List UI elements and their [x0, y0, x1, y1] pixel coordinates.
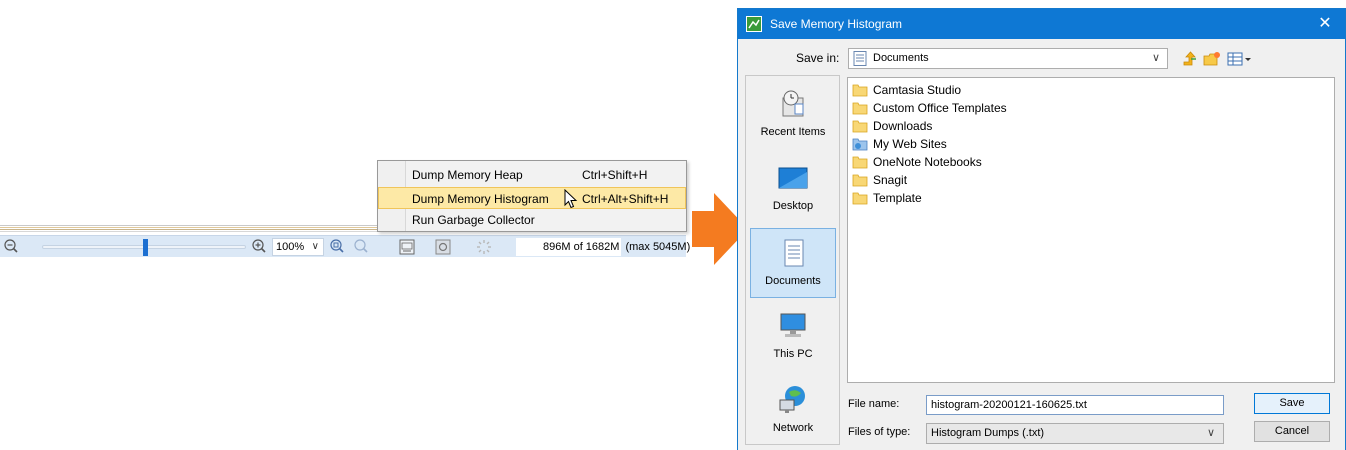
folder-icon: [852, 156, 868, 169]
zoom-in-button[interactable]: [250, 237, 270, 257]
file-name-label: File name:: [848, 398, 900, 410]
network-icon: [779, 386, 805, 413]
memory-monitor-button[interactable]: [398, 238, 416, 256]
memory-used-text: 896M of 1682M: [516, 238, 622, 256]
progress-spinner-icon: [476, 239, 492, 255]
save-memory-histogram-dialog: Save Memory Histogram ✕ Save in: Documen…: [737, 8, 1346, 450]
list-item-folder[interactable]: Downloads: [852, 117, 932, 135]
folder-icon: [852, 174, 868, 187]
dialog-title-bar[interactable]: Save Memory Histogram ✕: [738, 9, 1345, 39]
zoom-in-icon: [252, 239, 266, 253]
file-name: Custom Office Templates: [873, 101, 1007, 115]
zoom-out-button[interactable]: [2, 237, 22, 257]
cancel-button[interactable]: Cancel: [1254, 421, 1330, 442]
menu-item-label: Dump Memory Heap: [412, 168, 523, 182]
list-item-folder[interactable]: Template: [852, 189, 922, 207]
up-folder-icon: [1183, 51, 1196, 66]
menu-item-shortcut: Ctrl+Shift+H: [582, 168, 648, 182]
menu-item-label: Dump Memory Histogram: [412, 192, 549, 206]
app-icon: [746, 16, 762, 32]
zoom-slider-thumb[interactable]: [143, 239, 148, 256]
file-type-label: Files of type:: [848, 426, 911, 438]
memory-usage-readout[interactable]: 896M of 1682M (max 5045M): [516, 238, 690, 256]
close-button[interactable]: ✕: [1305, 9, 1345, 39]
documents-icon: [853, 51, 867, 66]
file-name-input[interactable]: histogram-20200121-160625.txt: [926, 395, 1224, 415]
file-name: OneNote Notebooks: [873, 155, 982, 169]
documents-icon: [784, 239, 804, 267]
folder-icon: [852, 84, 868, 97]
list-item-folder[interactable]: Snagit: [852, 171, 907, 189]
place-documents[interactable]: Documents: [750, 228, 836, 298]
desktop-icon: [778, 167, 808, 189]
zoom-fit-button[interactable]: [328, 237, 348, 257]
web-folder-icon: [852, 138, 868, 151]
new-folder-icon: [1203, 52, 1220, 66]
view-details-icon: [1227, 52, 1251, 66]
memory-max-text: (max 5045M): [625, 241, 691, 253]
recent-items-icon: [782, 90, 804, 117]
file-type-value: Histogram Dumps (.txt): [931, 427, 1045, 439]
chevron-down-icon: ∨: [1206, 427, 1215, 439]
menu-item-run-garbage-collector[interactable]: Run Garbage Collector: [378, 209, 686, 231]
zoom-actual-size-button[interactable]: [352, 237, 372, 257]
place-label: This PC: [773, 348, 813, 360]
places-bar: Recent Items Desktop Documents This PC N…: [745, 75, 840, 445]
chevron-down-icon: ∨: [1151, 52, 1160, 64]
folder-icon: [852, 102, 868, 115]
up-one-level-button[interactable]: [1182, 51, 1198, 67]
list-item-folder[interactable]: Custom Office Templates: [852, 99, 1007, 117]
zoom-fit-icon: [330, 239, 344, 253]
save-in-label: Save in:: [796, 51, 840, 65]
file-name: Template: [873, 191, 922, 205]
memory-monitor-icon: [399, 239, 415, 255]
place-label: Desktop: [772, 200, 814, 212]
window-edge-lines: [0, 225, 378, 235]
memory-context-menu: Dump Memory Heap Ctrl+Shift+H Dump Memor…: [377, 160, 687, 232]
list-item-folder[interactable]: Camtasia Studio: [852, 81, 961, 99]
zoom-actual-icon: [354, 239, 368, 253]
file-name: Camtasia Studio: [873, 83, 962, 97]
place-recent-items[interactable]: Recent Items: [750, 80, 836, 150]
place-desktop[interactable]: Desktop: [750, 154, 836, 224]
garbage-collector-icon: [435, 239, 451, 255]
file-name: My Web Sites: [873, 137, 947, 151]
zoom-level-value: 100%: [276, 241, 305, 253]
menu-item-label: Run Garbage Collector: [412, 213, 535, 227]
menu-item-dump-memory-heap[interactable]: Dump Memory Heap Ctrl+Shift+H: [378, 164, 686, 186]
chevron-down-icon: ∨: [311, 241, 319, 252]
zoom-out-icon: [4, 239, 18, 253]
place-label: Network: [772, 422, 814, 434]
new-folder-button[interactable]: [1203, 51, 1221, 67]
save-button[interactable]: Save: [1254, 393, 1330, 414]
folder-icon: [852, 120, 868, 133]
zoom-level-select[interactable]: 100% ∨: [272, 238, 324, 256]
garbage-collector-button[interactable]: [434, 238, 452, 256]
status-bar: 100% ∨ 896M of 1682M (max 5045M): [0, 235, 690, 257]
save-in-value: Documents: [873, 52, 929, 64]
file-name: Downloads: [873, 119, 933, 133]
save-in-select[interactable]: Documents ∨: [848, 48, 1168, 69]
menu-item-shortcut: Ctrl+Alt+Shift+H: [582, 192, 669, 206]
mouse-cursor-icon: [564, 189, 578, 209]
place-network[interactable]: Network: [750, 376, 836, 446]
menu-item-dump-memory-histogram[interactable]: Dump Memory Histogram Ctrl+Alt+Shift+H: [378, 187, 686, 209]
close-icon: ✕: [1318, 15, 1332, 32]
computer-icon: [780, 313, 806, 337]
file-type-select[interactable]: Histogram Dumps (.txt) ∨: [926, 423, 1224, 444]
list-item-folder[interactable]: OneNote Notebooks: [852, 153, 982, 171]
list-item-folder[interactable]: My Web Sites: [852, 135, 947, 153]
view-menu-button[interactable]: [1227, 51, 1255, 67]
place-label: Documents: [765, 275, 821, 287]
place-this-pc[interactable]: This PC: [750, 302, 836, 372]
folder-icon: [852, 192, 868, 205]
place-label: Recent Items: [760, 126, 826, 138]
dialog-title: Save Memory Histogram: [770, 17, 903, 31]
file-list: Camtasia Studio Custom Office Templates …: [847, 77, 1335, 383]
file-name: Snagit: [873, 173, 908, 187]
